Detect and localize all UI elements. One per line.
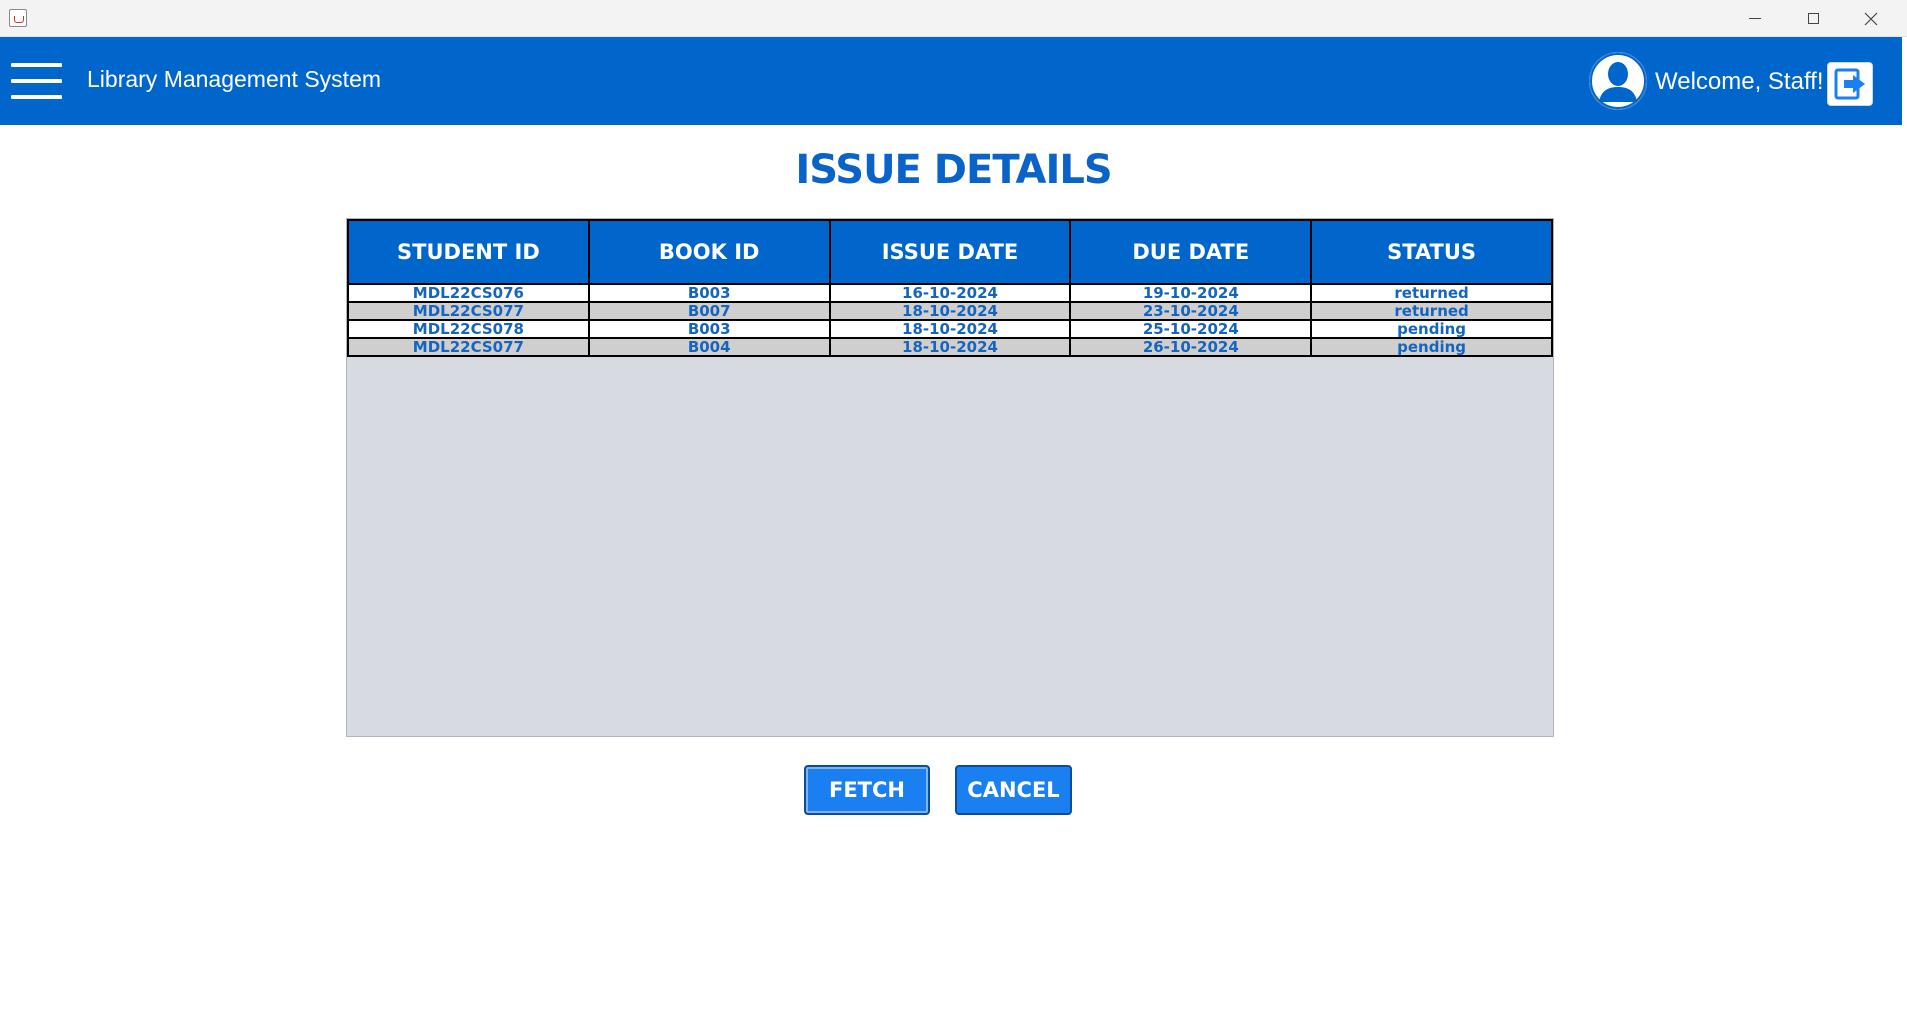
column-header-status[interactable]: STATUS [1310,219,1553,285]
page-title: ISSUE DETAILS [795,147,1112,193]
column-header-student-id[interactable]: STUDENT ID [347,219,590,285]
cell-student-id[interactable]: MDL22CS077 [347,337,590,357]
column-header-issue-date[interactable]: ISSUE DATE [828,219,1072,285]
column-header-due-date[interactable]: DUE DATE [1069,219,1313,285]
close-icon[interactable] [1842,0,1900,37]
issue-details-table: STUDENT ID BOOK ID ISSUE DATE DUE DATE S… [347,219,1553,357]
app-title: Library Management System [87,66,382,92]
java-app-icon [9,9,27,27]
table-row[interactable]: MDL22CS078 B003 18-10-2024 25-10-2024 pe… [347,319,1553,339]
cell-book-id[interactable]: B003 [587,283,831,303]
cell-due-date[interactable]: 19-10-2024 [1069,283,1313,303]
cell-issue-date[interactable]: 18-10-2024 [828,301,1072,321]
table-header-row: STUDENT ID BOOK ID ISSUE DATE DUE DATE S… [347,219,1553,285]
cell-issue-date[interactable]: 18-10-2024 [828,319,1072,339]
cell-status[interactable]: returned [1310,283,1553,303]
welcome-text: Welcome, Staff! [1655,68,1824,95]
logout-icon [1834,68,1865,100]
cell-status[interactable]: pending [1310,337,1553,357]
hamburger-menu-icon[interactable] [11,61,63,101]
cell-due-date[interactable]: 26-10-2024 [1069,337,1313,357]
cell-issue-date[interactable]: 18-10-2024 [828,337,1072,357]
cancel-button[interactable]: CANCEL [955,765,1072,815]
fetch-button[interactable]: FETCH [804,765,930,815]
cell-student-id[interactable]: MDL22CS076 [347,283,590,303]
column-header-book-id[interactable]: BOOK ID [587,219,831,285]
issue-table-container[interactable]: STUDENT ID BOOK ID ISSUE DATE DUE DATE S… [346,218,1554,737]
app-header: Library Management System Welcome, Staff… [0,37,1902,125]
table-row[interactable]: MDL22CS077 B004 18-10-2024 26-10-2024 pe… [347,337,1553,357]
cell-due-date[interactable]: 25-10-2024 [1069,319,1313,339]
logout-button[interactable] [1827,62,1873,106]
cell-student-id[interactable]: MDL22CS078 [347,319,590,339]
table-row[interactable]: MDL22CS077 B007 18-10-2024 23-10-2024 re… [347,301,1553,321]
cell-due-date[interactable]: 23-10-2024 [1069,301,1313,321]
cell-issue-date[interactable]: 16-10-2024 [828,283,1072,303]
minimize-icon[interactable] [1726,0,1784,37]
cell-book-id[interactable]: B007 [587,301,831,321]
table-row[interactable]: MDL22CS076 B003 16-10-2024 19-10-2024 re… [347,283,1553,303]
window-title-bar [0,0,1907,37]
cell-status[interactable]: returned [1310,301,1553,321]
cell-book-id[interactable]: B003 [587,319,831,339]
cell-book-id[interactable]: B004 [587,337,831,357]
user-avatar-icon [1589,52,1647,110]
cell-status[interactable]: pending [1310,319,1553,339]
maximize-icon[interactable] [1784,0,1842,37]
cell-student-id[interactable]: MDL22CS077 [347,301,590,321]
